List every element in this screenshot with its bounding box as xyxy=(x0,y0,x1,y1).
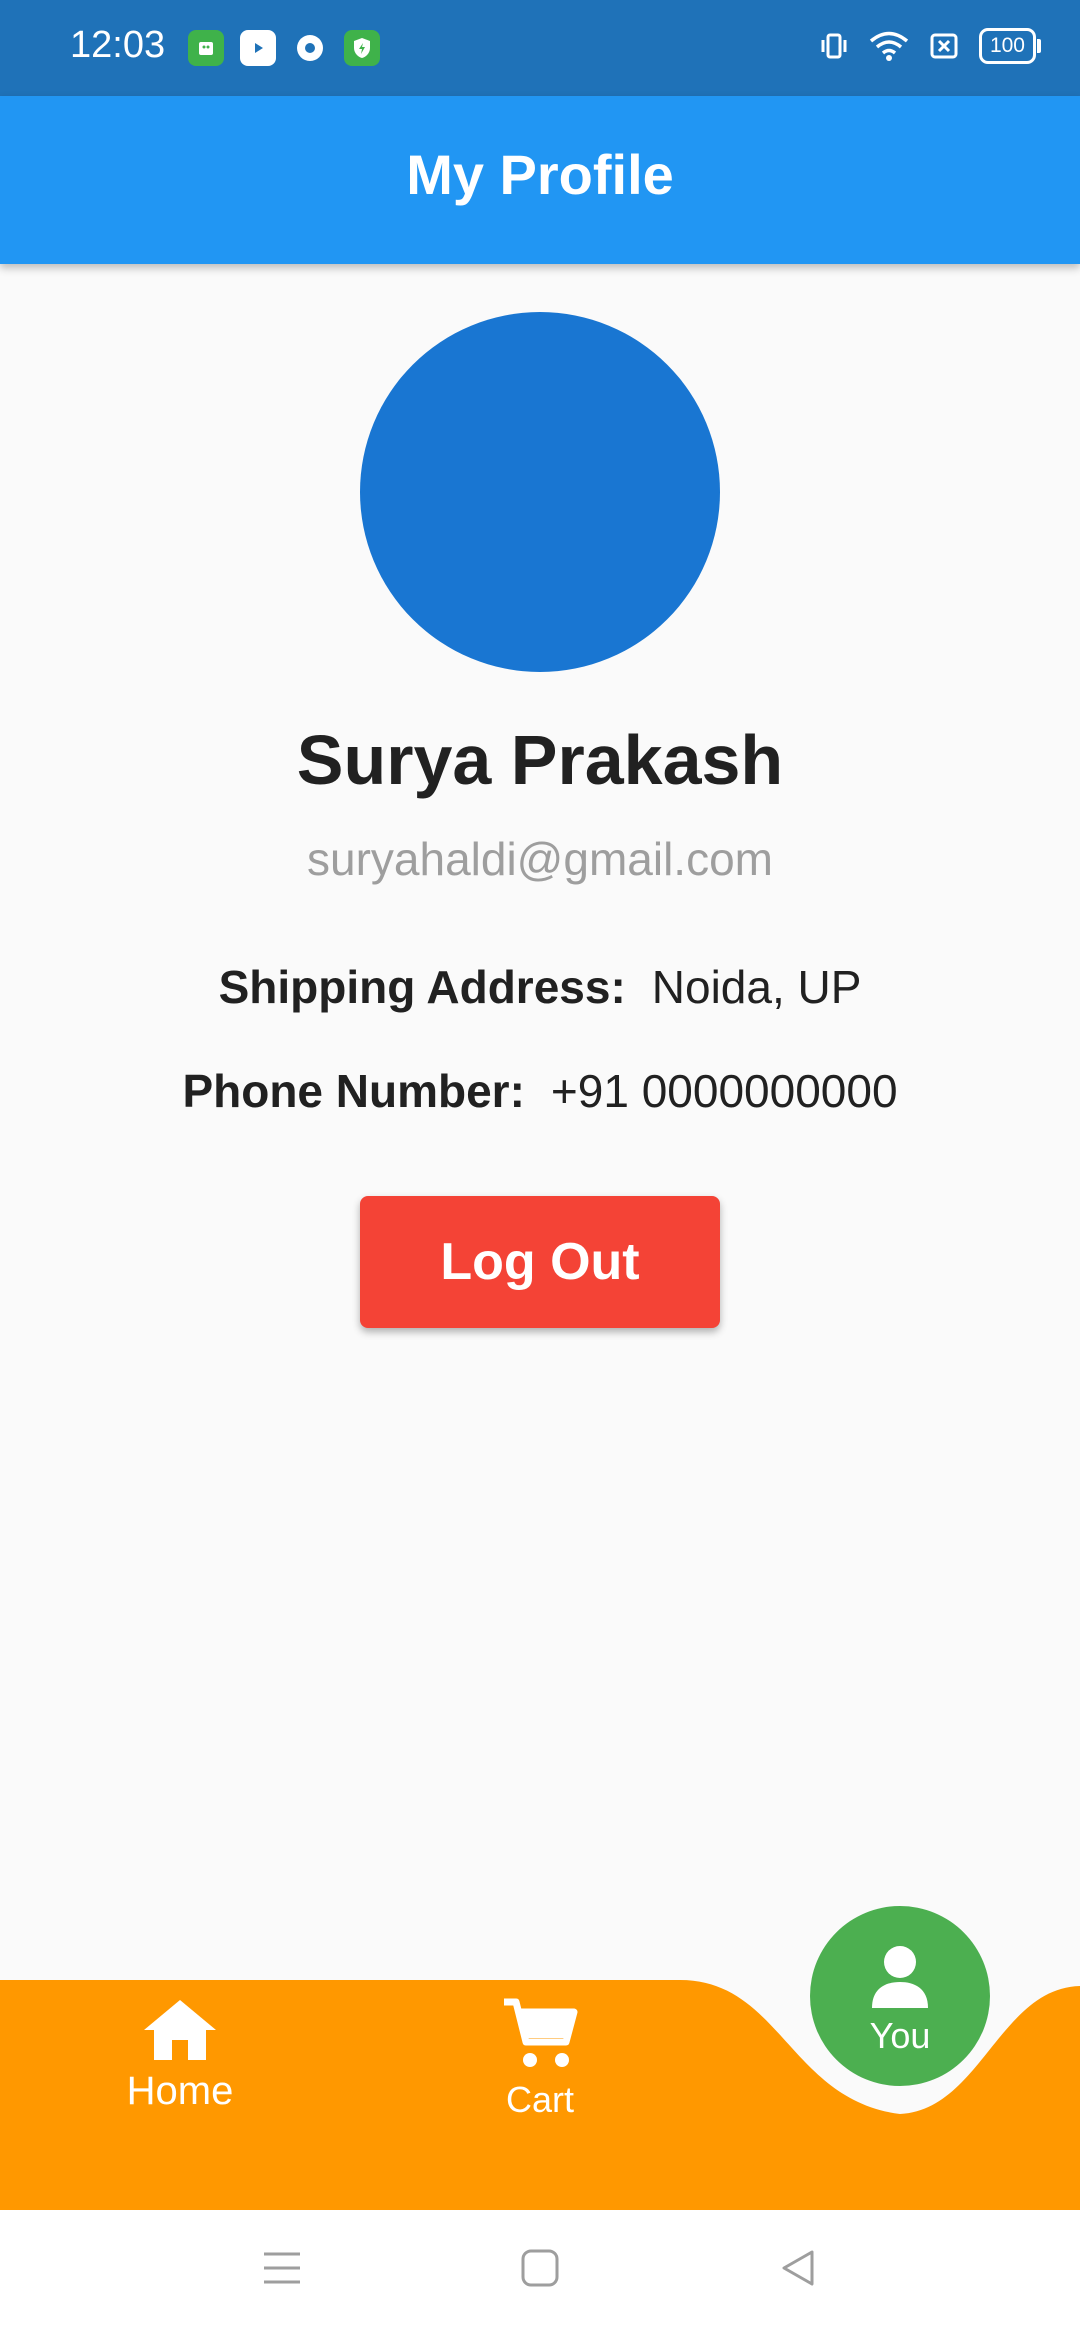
nav-item-cart[interactable]: Cart xyxy=(420,1998,660,2121)
back-icon[interactable] xyxy=(778,2248,818,2288)
store-icon xyxy=(188,30,224,66)
nav-item-you-label: You xyxy=(869,2015,931,2056)
shipping-address-label: Shipping Address: xyxy=(218,961,626,1013)
phone-number-label: Phone Number: xyxy=(182,1065,525,1117)
battery-level: 100 xyxy=(989,34,1025,57)
nav-item-home[interactable]: Home xyxy=(60,1998,300,2114)
phone-number-row: Phone Number: +91 0000000000 xyxy=(0,1064,1080,1118)
shield-icon xyxy=(344,30,380,66)
youtube-icon xyxy=(240,30,276,66)
system-icons: 100 xyxy=(819,28,1042,64)
avatar xyxy=(360,312,720,672)
page-title: My Profile xyxy=(406,143,674,206)
nav-item-cart-label: Cart xyxy=(505,2079,574,2120)
home-icon xyxy=(144,2000,216,2060)
system-navigation-bar xyxy=(0,2210,1080,2340)
shipping-address-value: Noida, UP xyxy=(651,961,862,1013)
vibrate-icon xyxy=(821,33,847,59)
logout-button[interactable]: Log Out xyxy=(360,1196,720,1328)
battery-icon: 100 xyxy=(978,28,1042,64)
cart-icon xyxy=(504,1998,578,2067)
menu-icon[interactable] xyxy=(262,2248,302,2288)
profile-name: Surya Prakash xyxy=(296,721,784,799)
nav-item-you[interactable]: You xyxy=(810,1906,990,2086)
bottom-navigation: Home Cart You xyxy=(0,1906,1080,2210)
sim-icon xyxy=(930,33,958,59)
status-time: 12:03 xyxy=(70,24,166,66)
notification-icons xyxy=(188,30,380,66)
shipping-address-row: Shipping Address: Noida, UP xyxy=(0,960,1080,1014)
phone-number-value: +91 0000000000 xyxy=(550,1065,898,1117)
chrome-icon xyxy=(292,30,328,66)
app-bar: My Profile xyxy=(0,96,1080,264)
status-bar: 12:03 100 xyxy=(0,0,1080,96)
person-icon xyxy=(872,1946,928,2008)
profile-email: suryahaldi@gmail.com xyxy=(307,833,773,885)
home-square-icon[interactable] xyxy=(520,2248,560,2288)
wifi-icon xyxy=(869,31,909,61)
nav-item-home-label: Home xyxy=(126,2069,234,2113)
